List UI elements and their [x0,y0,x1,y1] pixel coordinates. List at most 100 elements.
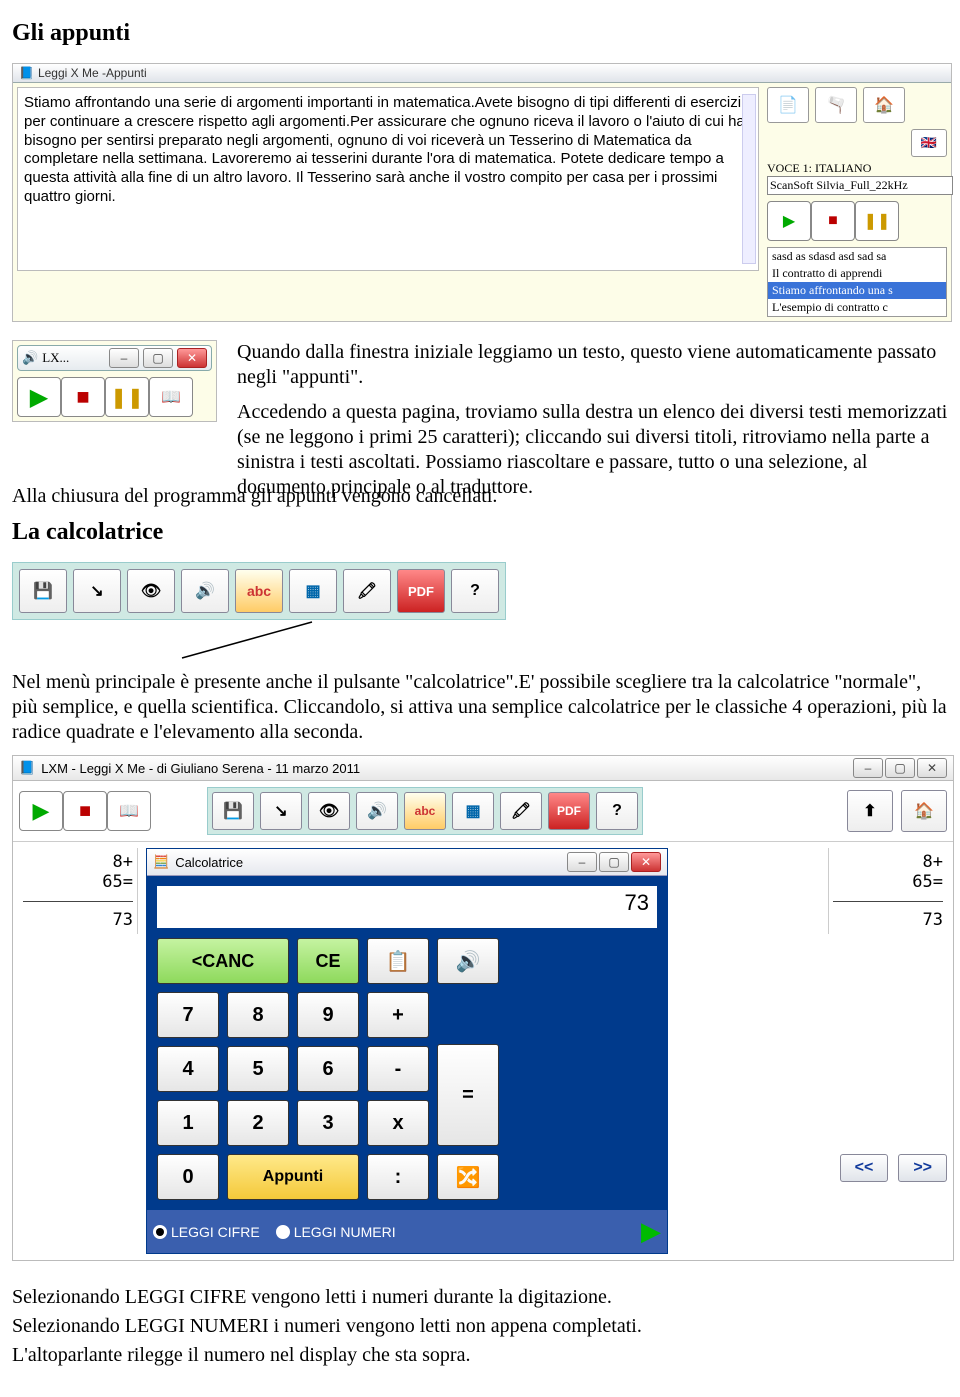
save-icon[interactable]: 💾 [212,792,254,830]
pdf-icon[interactable]: PDF [548,792,590,830]
lx-minibar-title: 🔊 LX... – ▢ ✕ [17,345,212,371]
list-item[interactable]: Stiamo affrontando una s [768,282,946,299]
close-button[interactable]: ✕ [917,758,947,778]
eye-icon[interactable]: 👁 [127,569,175,613]
key-divide[interactable]: : [367,1154,429,1200]
scrollbar[interactable] [742,94,756,264]
voice-select[interactable] [767,176,953,195]
radio-leggi-cifre[interactable]: LEGGI CIFRE [153,1224,260,1240]
abc-icon[interactable]: abc [404,792,446,830]
next-button[interactable]: >> [898,1154,947,1182]
key-times[interactable]: x [367,1100,429,1146]
appunti-window: 📘 Leggi X Me -Appunti Stiamo affrontando… [12,63,952,322]
key-9[interactable]: 9 [297,992,359,1038]
window-title: Leggi X Me -Appunti [38,66,147,80]
key-3[interactable]: 3 [297,1100,359,1146]
calc-body: 73 <CANC CE 📋 🔊 7 8 9 + [147,876,667,1210]
radio-leggi-numeri[interactable]: LEGGI NUMERI [276,1224,396,1240]
home-icon[interactable]: 🏠 [901,790,947,832]
speaker-icon[interactable]: 🔊 [181,569,229,613]
home-icon[interactable]: 🏠 [863,87,905,123]
key-6[interactable]: 6 [297,1046,359,1092]
notepad-icon[interactable]: 📋 [367,938,429,984]
close-button[interactable]: ✕ [631,852,661,872]
arrow-icon[interactable]: ↘ [73,569,121,613]
abc-icon[interactable]: abc [235,569,283,613]
stop-button[interactable]: ■ [63,791,107,831]
maximize-button[interactable]: ▢ [885,758,915,778]
calculator-icon[interactable]: ▦ [452,792,494,830]
lx-label: LX... [42,350,69,366]
play-button[interactable]: ▶ [19,791,63,831]
key-2[interactable]: 2 [227,1100,289,1146]
key-minus[interactable]: - [367,1046,429,1092]
maximize-button[interactable]: ▢ [143,348,173,368]
paragraph: Quando dalla finestra iniziale leggiamo … [237,340,948,390]
play-button[interactable]: ▶ [17,377,61,417]
flags-icon[interactable]: 🇬🇧 [911,129,947,157]
speaker-icon[interactable]: 🔊 [356,792,398,830]
paragraph: Selezionando LEGGI NUMERI i numeri vengo… [12,1314,948,1339]
key-8[interactable]: 8 [227,992,289,1038]
book-icon[interactable]: 📖 [107,791,151,831]
pdf-icon[interactable]: PDF [397,569,445,613]
radio-label: LEGGI NUMERI [294,1224,396,1240]
ce-button[interactable]: CE [297,938,359,984]
minimize-button[interactable]: – [109,348,139,368]
swap-icon[interactable]: 🔀 [437,1154,499,1200]
radio-dot-icon [276,1225,290,1239]
up-arrow-icon[interactable]: ⬆ [847,790,893,832]
lx-minibar: 🔊 LX... – ▢ ✕ ▶ ■ ❚❚ 📖 [12,340,217,422]
key-0[interactable]: 0 [157,1154,219,1200]
appunti-text-area[interactable]: Stiamo affrontando una serie di argoment… [17,87,759,271]
play-icon[interactable]: ▶ [641,1216,661,1247]
hist-result: 73 [23,910,133,930]
play-button[interactable]: ▶ [767,201,811,241]
appunti-button[interactable]: Appunti [227,1154,359,1200]
stop-button[interactable]: ■ [61,377,105,417]
lxm-window: 📘 LXM - Leggi X Me - di Giuliano Serena … [12,755,954,1261]
arrow-icon[interactable]: ↘ [260,792,302,830]
calc-display: 73 [157,886,657,928]
list-item[interactable]: Il contratto di apprendi [768,265,946,282]
help-icon[interactable]: ? [451,569,499,613]
speaker-icon[interactable]: 🔊 [437,938,499,984]
prev-button[interactable]: << [840,1154,889,1182]
document-icon[interactable]: 📄 [767,87,809,123]
key-5[interactable]: 5 [227,1046,289,1092]
calc-title: Calcolatrice [175,855,243,870]
calc-icon: 🧮 [153,854,169,870]
stop-button[interactable]: ■ [811,201,855,241]
book-icon[interactable]: 📖 [149,377,193,417]
highlighter-icon[interactable]: 🖍 [500,792,542,830]
close-button[interactable]: ✕ [177,348,207,368]
save-icon[interactable]: 💾 [19,569,67,613]
canc-button[interactable]: <CANC [157,938,289,984]
calculator-icon[interactable]: ▦ [289,569,337,613]
speaker-icon: 🔊 [22,350,38,366]
appunti-list[interactable]: sasd as sdasd asd sad sa Il contratto di… [767,247,947,317]
pause-button[interactable]: ❚❚ [105,377,149,417]
list-item[interactable]: L'esempio di contratto c [768,299,946,316]
key-4[interactable]: 4 [157,1046,219,1092]
voice-label: VOCE 1: ITALIANO [767,161,947,176]
key-plus[interactable]: + [367,992,429,1038]
eye-icon[interactable]: 👁 [308,792,350,830]
paint-icon[interactable]: 🫗 [815,87,857,123]
app-icon: 📘 [19,760,35,776]
key-1[interactable]: 1 [157,1100,219,1146]
key-7[interactable]: 7 [157,992,219,1038]
list-item[interactable]: sasd as sdasd asd sad sa [768,248,946,265]
key-equals[interactable]: = [437,1044,499,1146]
calc-title-bar: 🧮 Calcolatrice – ▢ ✕ [147,849,667,876]
minimize-button[interactable]: – [853,758,883,778]
help-icon[interactable]: ? [596,792,638,830]
maximize-button[interactable]: ▢ [599,852,629,872]
pointer-arrow [12,620,948,660]
highlighter-icon[interactable]: 🖍 [343,569,391,613]
minimize-button[interactable]: – [567,852,597,872]
hist-line: 65= [833,872,943,892]
main-toolbar: 💾 ↘ 👁 🔊 abc ▦ 🖍 PDF ? [12,562,506,620]
pause-button[interactable]: ❚❚ [855,201,899,241]
radio-dot-icon [153,1225,167,1239]
